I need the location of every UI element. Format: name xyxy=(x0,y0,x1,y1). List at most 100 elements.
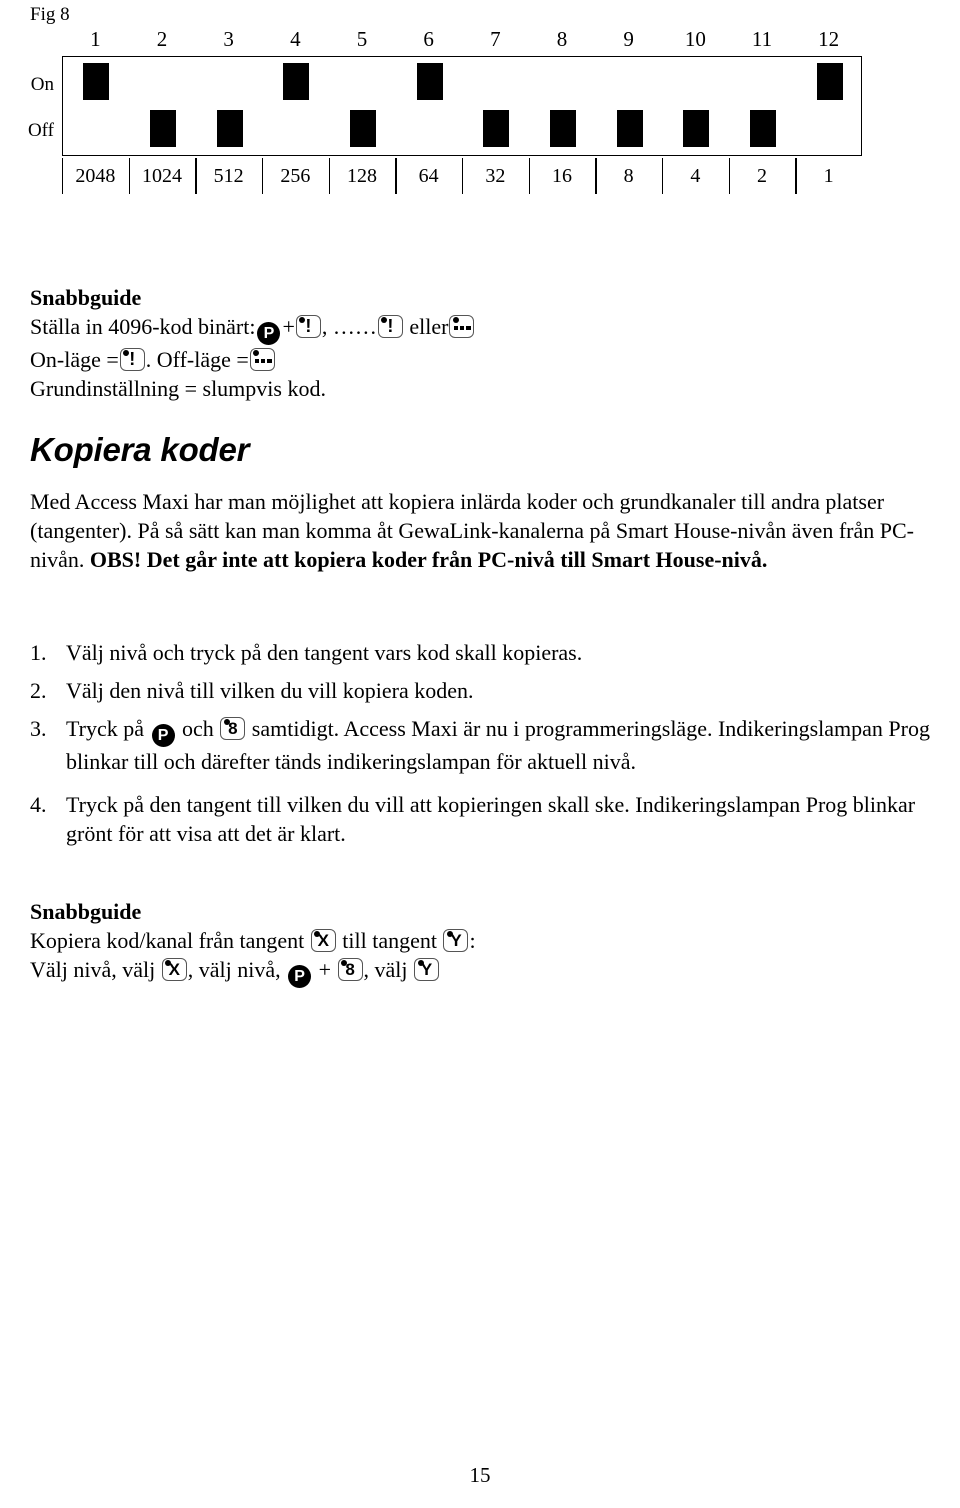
quickguide-bottom-line2: Välj nivå, välj X , välj nivå, P + 8 , väl… xyxy=(30,955,935,988)
dip-scale-value: 64 xyxy=(418,165,439,187)
list-item-step-2: 2. Välj den nivå till vilken du vill kop… xyxy=(30,676,940,705)
p-key-icon: P xyxy=(257,322,281,345)
dip-switch-number: 12 xyxy=(818,27,840,51)
quickguide-top-line2: On-läge =!. Off-läge = xyxy=(30,345,935,374)
dip-switch-toggle[interactable] xyxy=(350,110,376,147)
dip-row-labels: On Off xyxy=(0,56,60,158)
quickguide-bottom-line1-a: Kopiera kod/kanal från tangent xyxy=(30,928,305,953)
quickguide-top: Snabbguide Ställa in 4096-kod binärt: P +!… xyxy=(30,284,935,403)
dip-switch-number: 9 xyxy=(623,27,634,51)
quickguide-line1-prefix: Ställa in 4096-kod binärt: xyxy=(30,314,256,339)
dip-switch-number: 8 xyxy=(556,27,568,51)
key-glyph: X xyxy=(168,960,180,979)
eight-key-icon: 8 xyxy=(220,717,246,740)
dip-switch-toggle[interactable] xyxy=(683,110,710,147)
key-dot-icon xyxy=(452,317,459,323)
key-glyph: 8 xyxy=(228,719,238,738)
step-text: Tryck på P och 8 samtidigt. Access Maxi … xyxy=(66,714,940,776)
quickguide-line2-off-prefix: Off-läge = xyxy=(156,347,249,372)
off-key-icon xyxy=(449,315,475,338)
page-title: Kopiera koder xyxy=(30,431,250,468)
section-paragraph: Med Access Maxi har man möjlighet att ko… xyxy=(30,487,960,574)
document-page: Fig 8 On Off 1 2 3 4 5 6 7 8 9 10 11 12 2048 1024 512… xyxy=(0,0,960,1508)
key-glyph: ! xyxy=(129,349,136,369)
y-key-icon: Y xyxy=(443,929,469,952)
dip-scale-divider xyxy=(62,158,64,194)
key-dashes-icon xyxy=(254,359,272,363)
quickguide-line1-comma: , xyxy=(321,314,328,339)
dip-switch-toggle[interactable] xyxy=(750,110,776,147)
quickguide-bottom-line1: Kopiera kod/kanal från tangent X till ta… xyxy=(30,926,935,955)
quickguide-bottom-title: Snabbguide xyxy=(30,899,142,924)
dip-switch-toggle[interactable] xyxy=(150,110,176,147)
dip-switch-toggle[interactable] xyxy=(616,110,643,147)
step3-text-b: och xyxy=(182,716,214,741)
dip-switch-number: 6 xyxy=(423,27,434,51)
quickguide-bottom-line2-b: , välj nivå, xyxy=(187,957,281,982)
quickguide-line1-dots: …… xyxy=(332,314,377,339)
dip-switch-number: 7 xyxy=(490,27,501,51)
list-item-step-3: 3. Tryck på P och 8 samtidigt. Access Ma… xyxy=(30,714,940,776)
dip-switch-toggle[interactable] xyxy=(550,110,576,147)
quickguide-top-line3: Grundinställning = slumpvis kod. xyxy=(30,376,326,401)
dip-scale-divider xyxy=(595,158,597,194)
on-key-icon: ! xyxy=(295,315,321,338)
list-item-step-4: 4. Tryck på den tangent till vilken du v… xyxy=(30,790,940,848)
dip-switch-toggle[interactable] xyxy=(816,63,843,100)
dip-switch-toggle[interactable] xyxy=(83,63,110,100)
dip-scale-value: 8 xyxy=(623,165,634,187)
dip-switch-number: 1 xyxy=(90,27,101,51)
on-key-icon-3: ! xyxy=(119,348,145,371)
x-key-icon: X xyxy=(310,929,336,952)
dip-scale-value: 2048 xyxy=(75,165,116,187)
key-glyph: Y xyxy=(420,960,433,979)
dip-scale-divider xyxy=(528,158,531,194)
dip-scale-divider xyxy=(662,158,664,194)
step-number: 3. xyxy=(30,716,47,741)
key-glyph: Y xyxy=(450,931,462,950)
quickguide-bottom: Snabbguide Kopiera kod/kanal från tangen… xyxy=(30,898,935,988)
step3-text-a: Tryck på xyxy=(66,716,145,741)
quickguide-bottom-line1-b: till tangent xyxy=(342,928,437,953)
dip-switch-toggle[interactable] xyxy=(416,63,443,100)
dip-scale-divider xyxy=(328,158,331,194)
step-text: Välj nivå och tryck på den tangent vars … xyxy=(66,640,583,665)
quickguide-line2-on-prefix: On-läge = xyxy=(30,347,119,372)
quickguide-line2-on-suffix: . xyxy=(145,347,152,372)
dip-switch-number: 5 xyxy=(356,27,368,51)
quickguide-line1-plus: + xyxy=(282,314,295,339)
p-key-icon-2: P xyxy=(151,724,175,747)
dip-switch-toggle[interactable] xyxy=(483,110,510,147)
dip-scale-divider xyxy=(395,158,397,194)
key-glyph: ! xyxy=(387,316,394,336)
step-number: 2. xyxy=(30,678,47,703)
key-glyph: 8 xyxy=(345,960,355,979)
y-key-icon-2: Y xyxy=(414,958,440,981)
dip-scale-divider xyxy=(128,158,131,194)
dip-switch-number: 4 xyxy=(290,27,301,51)
p-key-icon-3: P xyxy=(288,965,312,988)
dip-switch-number: 10 xyxy=(684,27,706,51)
dip-switch-figure: On Off 1 2 3 4 5 6 7 8 9 10 11 12 2048 1024 512 256 128… xyxy=(28,26,862,198)
section-paragraph-bold: OBS! Det går inte att kopiera koder från… xyxy=(89,547,768,572)
key-dashes-icon xyxy=(454,326,472,330)
dip-scale-divider xyxy=(795,158,797,194)
dip-scale-divider xyxy=(195,158,197,194)
list-item-step-1: 1. Välj nivå och tryck på den tangent va… xyxy=(30,638,940,667)
dip-scale-value: 4 xyxy=(690,165,701,187)
step-number: 4. xyxy=(30,792,47,817)
quickguide-line1-eller: eller xyxy=(409,314,449,339)
dip-scale-divider xyxy=(262,158,264,194)
key-glyph: ! xyxy=(305,316,312,336)
key-glyph: X xyxy=(317,931,329,950)
dip-switch-number: 2 xyxy=(156,27,168,51)
section-kopiera-koder: Kopiera koder xyxy=(30,430,935,470)
dip-switch-toggle[interactable] xyxy=(283,63,310,100)
eight-key-icon-2: 8 xyxy=(337,958,363,981)
dip-switch-body xyxy=(62,56,862,156)
dip-switch-toggle[interactable] xyxy=(216,110,243,147)
dip-scale-value: 16 xyxy=(552,165,572,187)
dip-scale-divider xyxy=(462,158,464,194)
dip-switch-numbers: 1 2 3 4 5 6 7 8 9 10 11 12 xyxy=(62,26,862,56)
dip-scale-value: 512 xyxy=(213,165,244,187)
